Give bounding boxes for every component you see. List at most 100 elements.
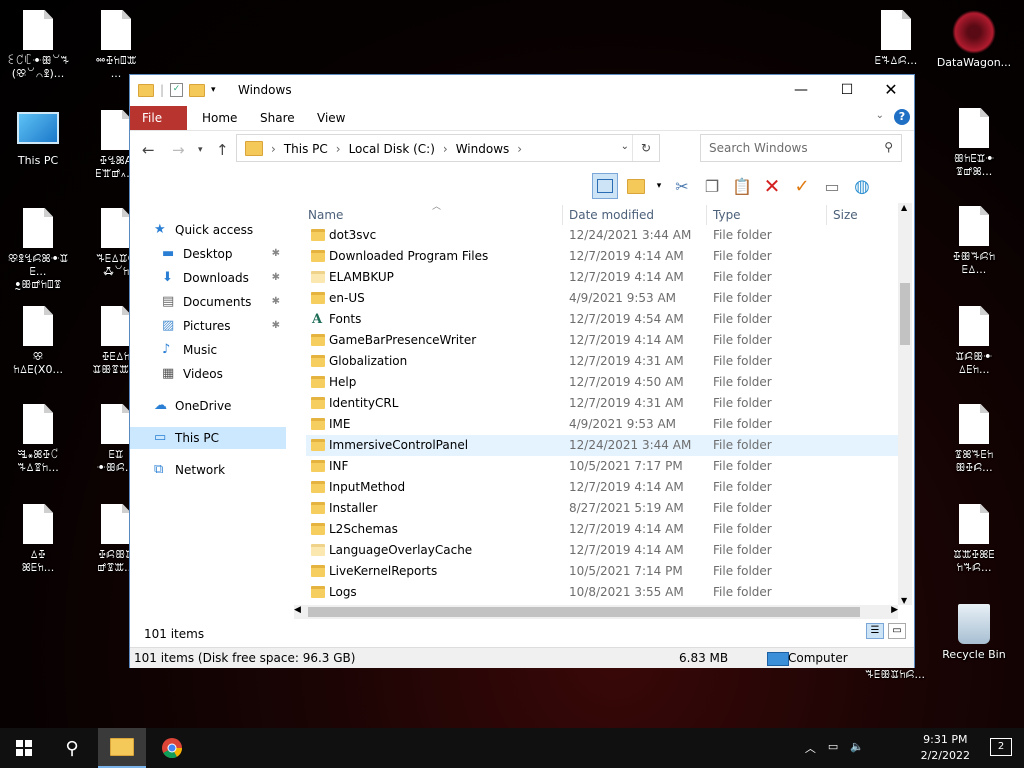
desktop-file-icon[interactable]: ꕣ ꖷꕔꗋ(X0...: [0, 306, 76, 376]
desktop-file-icon[interactable]: ꔀꕥꘔꗲꖷ ꗋꕔ...: [936, 206, 1012, 276]
properties-icon[interactable]: ▭: [820, 174, 844, 198]
column-divider[interactable]: [706, 205, 707, 225]
copy-icon[interactable]: ❐: [700, 174, 724, 198]
tab-file[interactable]: File: [130, 106, 187, 130]
chevron-right-icon[interactable]: ›: [336, 142, 341, 156]
address-dropdown-icon[interactable]: ⌄: [621, 141, 629, 152]
breadcrumb-this-pc[interactable]: This PC: [284, 142, 328, 156]
column-type[interactable]: Type: [713, 208, 741, 222]
column-divider[interactable]: [562, 205, 563, 225]
file-row[interactable]: LiveKernelReports 10/5/2021 7:14 PM File f…: [306, 561, 898, 582]
file-row[interactable]: ELAMBKUP 12/7/2019 4:14 AM File folder: [306, 267, 898, 288]
desktop-file-icon[interactable]: ꘑꗲꕥꔹ ꕔꗋꖷ...: [936, 306, 1012, 376]
tab-share[interactable]: Share: [248, 106, 307, 130]
file-row[interactable]: IdentityCRL 12/7/2019 4:31 AM File folder: [306, 393, 898, 414]
preview-pane-icon[interactable]: [592, 173, 618, 199]
sidebar-item-this-pc[interactable]: ▭ This PC: [130, 427, 286, 449]
new-folder-icon[interactable]: [624, 174, 648, 198]
desktop-file-icon[interactable]: ꗒꕤꘔꗋꖷ ꕥꔀꗲ...: [936, 404, 1012, 474]
file-row[interactable]: Help 12/7/2019 4:50 AM File folder: [306, 372, 898, 393]
file-row[interactable]: LanguageOverlayCache 12/7/2019 4:14 AM Fil…: [306, 540, 898, 561]
file-row[interactable]: Downloaded Program Files 12/7/2019 4:14 A…: [306, 246, 898, 267]
help-icon[interactable]: ?: [894, 109, 910, 125]
scroll-down-icon[interactable]: ▼: [901, 596, 907, 605]
chevron-right-icon[interactable]: ›: [271, 142, 276, 156]
notification-center-icon[interactable]: 2: [990, 738, 1012, 756]
chevron-right-icon[interactable]: ›: [517, 142, 522, 156]
maximize-button[interactable]: ☐: [824, 75, 870, 105]
desktop-file-icon[interactable]: ꏂ꒝ꏸꔹꕥ꒡ꘔ (ꕣ꒡꒢ꖵ)...: [0, 10, 76, 80]
volume-icon[interactable]: 🔈: [850, 740, 864, 756]
sidebar-item-quick-access[interactable]: ★ Quick access: [130, 219, 286, 241]
file-row[interactable]: Globalization 12/7/2019 4:31 AM File folde…: [306, 351, 898, 372]
file-explorer-taskbar-button[interactable]: [98, 728, 146, 768]
desktop-icon-recycle-bin[interactable]: Recycle Bin: [936, 604, 1012, 661]
pin-icon[interactable]: ✱: [272, 291, 280, 313]
new-folder-icon[interactable]: [189, 83, 206, 97]
customize-toolbar-icon[interactable]: ▾: [211, 85, 216, 95]
sidebar-item-downloads[interactable]: ⬇ Downloads ✱: [130, 267, 286, 289]
sidebar-item-onedrive[interactable]: ☁ OneDrive: [130, 395, 286, 417]
column-divider[interactable]: [826, 205, 827, 225]
minimize-button[interactable]: —: [778, 75, 824, 105]
column-size[interactable]: Size: [833, 208, 858, 222]
delete-icon[interactable]: ✕: [760, 174, 784, 198]
search-input[interactable]: Search Windows ⚲: [700, 134, 902, 162]
chrome-taskbar-button[interactable]: [148, 728, 196, 768]
forward-arrow-icon[interactable]: →: [172, 141, 185, 159]
up-arrow-icon[interactable]: ↑: [216, 141, 229, 159]
file-row[interactable]: IME 4/9/2021 9:53 AM File folder: [306, 414, 898, 435]
scroll-right-icon[interactable]: ▶: [891, 605, 898, 615]
title-bar[interactable]: | ✓ ▾ Windows — ☐ ✕: [130, 75, 914, 106]
file-row[interactable]: InputMethod 12/7/2019 4:14 AM File folder: [306, 477, 898, 498]
paste-icon[interactable]: 📋: [730, 174, 754, 198]
vertical-scrollbar[interactable]: ▲ ▼: [898, 203, 912, 605]
start-button[interactable]: [0, 728, 48, 768]
file-row[interactable]: Logs 10/8/2021 3:55 AM File folder: [306, 582, 898, 603]
desktop-file-icon[interactable]: ꗋꘔꕔꗲ...: [858, 10, 934, 67]
refresh-icon[interactable]: ↻: [632, 135, 659, 161]
sidebar-item-videos[interactable]: ▦ Videos: [130, 363, 286, 385]
scroll-left-icon[interactable]: ◀: [294, 605, 301, 615]
tab-view[interactable]: View: [305, 106, 357, 130]
sidebar-item-network[interactable]: ⧉ Network: [130, 459, 286, 481]
file-row[interactable]: GameBarPresenceWriter 12/7/2019 4:14 AM Fi…: [306, 330, 898, 351]
file-row[interactable]: en-US 4/9/2021 9:53 AM File folder: [306, 288, 898, 309]
tab-home[interactable]: Home: [190, 106, 249, 130]
scroll-thumb[interactable]: [900, 283, 910, 345]
chevron-right-icon[interactable]: ›: [443, 142, 448, 156]
details-view-icon[interactable]: ☰: [866, 623, 884, 639]
sidebar-item-documents[interactable]: ▤ Documents ✱: [130, 291, 286, 313]
rename-icon[interactable]: ✓: [790, 174, 814, 198]
breadcrumb-windows[interactable]: Windows: [456, 142, 510, 156]
globe-icon[interactable]: ◍: [850, 174, 874, 198]
desktop-file-icon[interactable]: ꗆ꘎ꕤꔀ꒝ ꘔꕔꗒꖷ...: [0, 404, 76, 474]
close-button[interactable]: ✕: [868, 75, 914, 105]
file-row[interactable]: dot3svc 12/24/2021 3:44 AM File folder: [306, 225, 898, 246]
desktop-file-icon[interactable]: ꗮꔀꖷꘖꕭ ...: [78, 10, 154, 80]
scroll-thumb[interactable]: [308, 607, 860, 617]
desktop-file-icon[interactable]: ꕔꔀ ꕤꗋꖷ...: [0, 504, 76, 574]
desktop-file-icon[interactable]: ꕥꖷꗋꘑꔹ ꗒꕡꕤ...: [936, 108, 1012, 178]
cut-icon[interactable]: ✂: [670, 174, 694, 198]
address-bar[interactable]: › This PC › Local Disk (C:) › Windows › …: [236, 134, 660, 162]
search-icon[interactable]: ⚲: [48, 728, 96, 768]
pin-icon[interactable]: ✱: [272, 315, 280, 337]
file-row[interactable]: L2Schemas 12/7/2019 4:14 AM File folder: [306, 519, 898, 540]
file-row[interactable]: ImmersiveControlPanel 12/24/2021 3:44 AM F…: [306, 435, 898, 456]
scroll-up-icon[interactable]: ▲: [901, 203, 907, 212]
properties-icon[interactable]: ✓: [170, 83, 184, 97]
large-icons-view-icon[interactable]: ▭: [888, 623, 906, 639]
file-row[interactable]: A Fonts 12/7/2019 4:54 AM File folder: [306, 309, 898, 330]
desktop-file-icon[interactable]: ꘑꕭꔀꕤꗋ ꖷꘔꗲ...: [936, 504, 1012, 574]
column-date-modified[interactable]: Date modified: [569, 208, 654, 222]
recent-locations-icon[interactable]: ▾: [198, 145, 203, 155]
horizontal-scrollbar[interactable]: ◀ ▶: [294, 605, 898, 619]
file-row[interactable]: Installer 8/27/2021 5:19 AM File folder: [306, 498, 898, 519]
chevron-up-icon[interactable]: ︿: [805, 740, 816, 756]
desktop-file-icon[interactable]: ꕣꖵꔈꗲꕤꔹꘑꗋ... ꔸꕥꕡꖷꘖꗒ: [0, 208, 76, 291]
expand-ribbon-icon[interactable]: ⌄: [876, 110, 884, 121]
pin-icon[interactable]: ✱: [272, 267, 280, 289]
desktop-icon-datawagon[interactable]: DataWagon...: [936, 10, 1012, 69]
clock[interactable]: 9:31 PM 2/2/2022: [921, 732, 970, 764]
